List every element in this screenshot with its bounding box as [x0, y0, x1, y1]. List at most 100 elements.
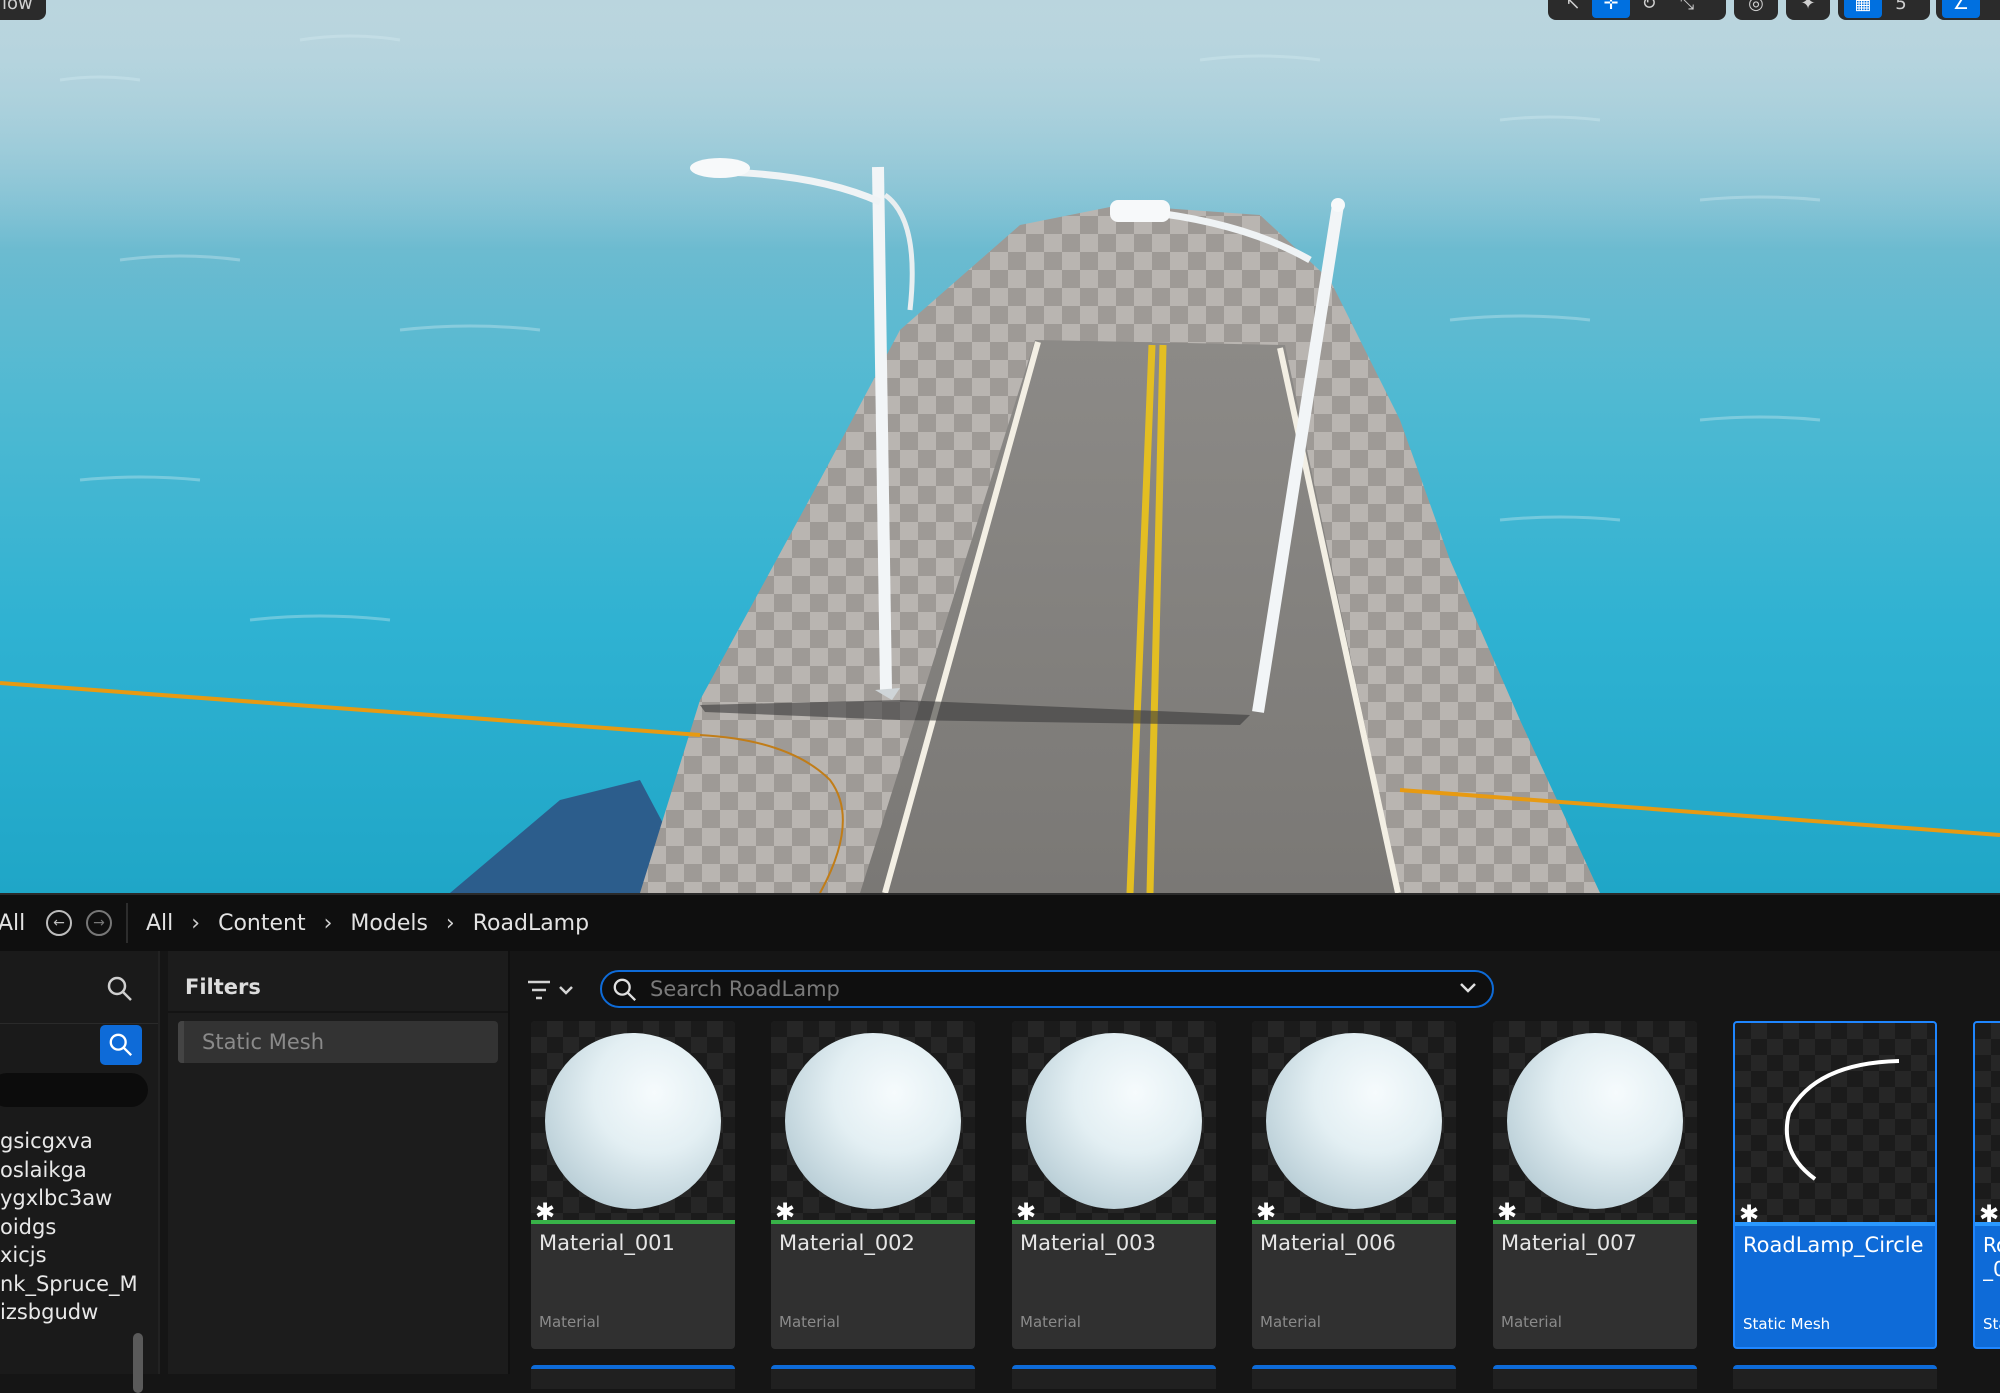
forward-icon[interactable]: →: [86, 910, 112, 936]
asset-thumbnail: [1975, 1023, 2000, 1223]
chevron-right-icon[interactable]: ›: [191, 911, 200, 936]
asset-type-underline: [531, 1220, 735, 1224]
search-icon: [613, 978, 637, 1002]
level-viewport[interactable]: low ↖ ✛ ↻ ⤡ ◎ ✦ ▦ 5 ∠: [0, 0, 2000, 893]
asset-type: Sta: [1983, 1315, 2000, 1333]
asset-type-underline: [1252, 1220, 1456, 1224]
rotate-icon[interactable]: ↻: [1630, 0, 1668, 18]
sources-search-button[interactable]: [100, 1025, 142, 1065]
asset-thumbnail: [1252, 1021, 1456, 1221]
asset-tile-next-row[interactable]: [1493, 1365, 1697, 1389]
folder-item[interactable]: ygxlbc3aw: [0, 1184, 138, 1213]
sources-scrollbar[interactable]: [133, 1333, 143, 1393]
asset-tile-next-row[interactable]: [531, 1365, 735, 1389]
breadcrumb-roadlamp[interactable]: RoadLamp: [473, 911, 589, 936]
filter-chip-static-mesh[interactable]: Static Mesh: [178, 1021, 498, 1063]
filter-icon[interactable]: [526, 979, 578, 1003]
asset-name: RoadLamp_Circle: [1743, 1233, 1924, 1257]
asset-type: Static Mesh: [1743, 1315, 1831, 1333]
asset-thumbnail: [771, 1021, 975, 1221]
asset-thumbnail: [1012, 1021, 1216, 1221]
filters-title: Filters: [185, 975, 261, 999]
back-icon[interactable]: ←: [46, 910, 72, 936]
asset-search-input[interactable]: Search RoadLamp: [600, 970, 1494, 1008]
asset-tile-selected[interactable]: ✱ RoadLamp_Circle Static Mesh: [1733, 1021, 1937, 1349]
asset-tile-next-row[interactable]: [771, 1365, 975, 1389]
translate-icon[interactable]: ✛: [1592, 0, 1630, 18]
asset-tile-next-row[interactable]: [1252, 1365, 1456, 1389]
asset-tile[interactable]: ✱ Material_002 Material: [771, 1021, 975, 1349]
asset-type: Material: [779, 1313, 840, 1331]
asset-name: Material_002: [779, 1231, 915, 1255]
grid-snap-group: ▦ 5: [1838, 0, 1930, 20]
asset-tile-selected[interactable]: ✱ Ro _0 Sta: [1973, 1021, 2000, 1349]
asset-thumbnail: [1735, 1023, 1935, 1223]
sources-folder-list: gsicgxva oslaikga ygxlbc3aw oidgs xicjs …: [0, 1127, 138, 1327]
material-sphere-preview: [545, 1033, 721, 1209]
filters-panel: Filters Static Mesh: [168, 951, 510, 1374]
asset-thumbnail: [1493, 1021, 1697, 1221]
asset-type-underline: [1012, 1220, 1216, 1224]
breadcrumb-all[interactable]: All: [146, 911, 173, 936]
roadlamp-arc-preview: [1784, 1059, 1900, 1181]
surface-snap-toggle[interactable]: ✦: [1786, 0, 1830, 20]
chevron-down-icon[interactable]: [1458, 978, 1478, 998]
asset-tile[interactable]: ✱ Material_003 Material: [1012, 1021, 1216, 1349]
asset-name: Material_006: [1260, 1231, 1396, 1255]
breadcrumb-content[interactable]: Content: [218, 911, 306, 936]
folder-item[interactable]: xicjs: [0, 1241, 138, 1270]
asset-search-placeholder: Search RoadLamp: [650, 977, 840, 1001]
asset-tile-next-row[interactable]: [1733, 1365, 1937, 1389]
chevron-right-icon[interactable]: ›: [446, 911, 455, 936]
asset-name: Material_001: [539, 1231, 675, 1255]
folder-item[interactable]: izsbgudw: [0, 1298, 138, 1327]
chevron-right-icon[interactable]: ›: [324, 911, 333, 936]
asset-type-underline: [1735, 1222, 1935, 1226]
angle-snap-group: ∠: [1936, 0, 2000, 20]
asset-tile-next-row[interactable]: [1012, 1365, 1216, 1389]
asset-type-underline: [1975, 1222, 2000, 1226]
sources-panel: gsicgxva oslaikga ygxlbc3aw oidgs xicjs …: [0, 951, 160, 1393]
folder-item[interactable]: gsicgxva: [0, 1127, 138, 1156]
scale-icon[interactable]: ⤡: [1668, 0, 1706, 18]
asset-type: Material: [539, 1313, 600, 1331]
snap-icon: ✦: [1800, 0, 1816, 14]
grid-value-button[interactable]: 5: [1882, 0, 1920, 18]
viewport-view-mode-pill[interactable]: low: [0, 0, 46, 20]
filter-chip-indicator: [178, 1021, 184, 1063]
content-browser-breadcrumb-bar: All ← → All › Content › Models › RoadLam…: [0, 893, 2000, 951]
material-sphere-preview: [1026, 1033, 1202, 1209]
world-local-toggle[interactable]: ◎: [1734, 0, 1778, 20]
asset-tile[interactable]: ✱ Material_006 Material: [1252, 1021, 1456, 1349]
filter-chip-label: Static Mesh: [202, 1030, 325, 1054]
angle-icon[interactable]: ∠: [1942, 0, 1980, 18]
asset-type: Material: [1501, 1313, 1562, 1331]
breadcrumb-models[interactable]: Models: [350, 911, 428, 936]
material-sphere-preview: [1266, 1033, 1442, 1209]
grid-icon[interactable]: ▦: [1844, 0, 1882, 18]
asset-tile[interactable]: ✱ Material_001 Material: [531, 1021, 735, 1349]
asset-view: Search RoadLamp ✱ Material_001 Material …: [510, 951, 2000, 1389]
sources-all-label[interactable]: All: [0, 911, 24, 936]
sources-search-input[interactable]: [0, 1073, 148, 1107]
asset-type-underline: [771, 1220, 975, 1224]
material-sphere-preview: [785, 1033, 961, 1209]
view-mode-label: low: [2, 0, 33, 14]
folder-item[interactable]: oslaikga: [0, 1156, 138, 1185]
search-icon: [109, 1033, 133, 1057]
sources-header: [0, 951, 158, 1024]
asset-tile[interactable]: ✱ Material_007 Material: [1493, 1021, 1697, 1349]
world-icon: ◎: [1748, 0, 1764, 14]
asset-type-underline: [1493, 1220, 1697, 1224]
transform-tools-group: ↖ ✛ ↻ ⤡: [1548, 0, 1726, 20]
asset-name: Material_003: [1020, 1231, 1156, 1255]
asset-name: Material_007: [1501, 1231, 1637, 1255]
grid-value: 5: [1895, 0, 1907, 14]
viewport-scene: [0, 0, 2000, 893]
folder-item[interactable]: nk_Spruce_M: [0, 1270, 138, 1299]
asset-thumbnail: [531, 1021, 735, 1221]
select-icon[interactable]: ↖: [1554, 0, 1592, 18]
search-icon[interactable]: [106, 975, 134, 1003]
folder-item[interactable]: oidgs: [0, 1213, 138, 1242]
asset-name: Ro _0: [1983, 1233, 2000, 1281]
